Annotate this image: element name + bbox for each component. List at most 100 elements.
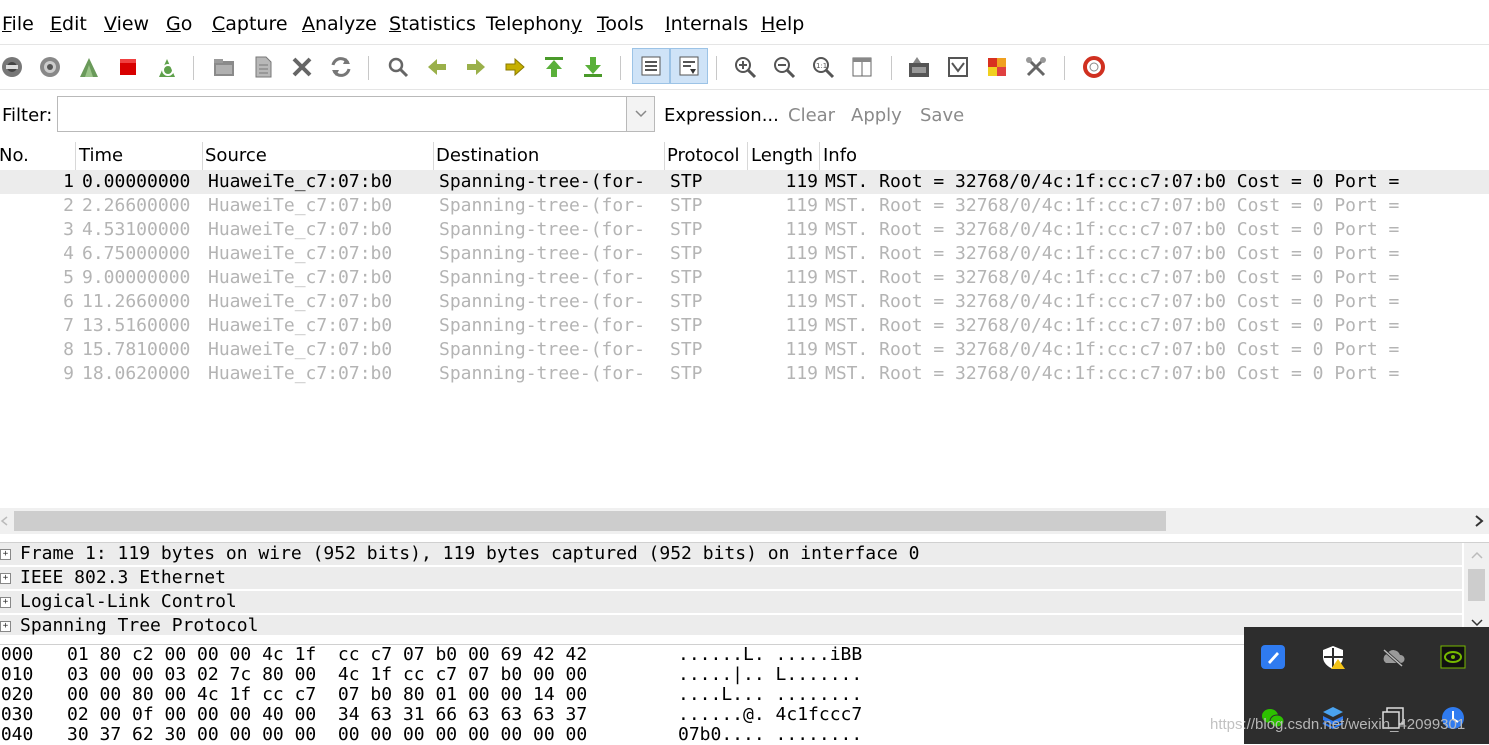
reload-icon[interactable] xyxy=(326,52,356,82)
menu-statistics[interactable]: Statistics xyxy=(389,12,476,36)
go-to-packet-icon[interactable] xyxy=(500,52,530,82)
coloring-rules-icon[interactable] xyxy=(982,52,1012,82)
go-forward-icon[interactable] xyxy=(461,52,491,82)
expand-icon[interactable]: + xyxy=(0,597,11,608)
menu-telephony[interactable]: Telephony xyxy=(486,12,582,36)
restart-capture-icon[interactable] xyxy=(152,52,182,82)
help-icon[interactable] xyxy=(1079,52,1109,82)
go-last-icon[interactable] xyxy=(578,52,608,82)
tree-item-llc[interactable]: + Logical-Link Control xyxy=(0,591,1462,614)
display-filters-icon[interactable] xyxy=(943,52,973,82)
packet-cell-len: 119 xyxy=(785,363,818,384)
go-first-icon[interactable] xyxy=(539,52,569,82)
menu-help[interactable]: Help xyxy=(761,12,804,36)
column-header-protocol[interactable]: Protocol xyxy=(664,142,748,170)
packet-cell-src: HuaweiTe_c7:07:b0 xyxy=(208,243,393,264)
tree-item-label: Spanning Tree Protocol xyxy=(20,615,259,636)
column-header-time[interactable]: Time xyxy=(76,142,203,170)
tree-item-ethernet[interactable]: + IEEE 802.3 Ethernet xyxy=(0,567,1462,590)
open-file-icon[interactable] xyxy=(209,52,239,82)
zoom-normal-icon[interactable]: 1:1 xyxy=(808,52,838,82)
tree-item-stp[interactable]: + Spanning Tree Protocol xyxy=(0,615,1462,636)
menu-analyze[interactable]: Analyze xyxy=(302,12,377,36)
capture-filters-icon[interactable] xyxy=(904,52,934,82)
packet-cell-len: 119 xyxy=(785,339,818,360)
start-capture-icon[interactable] xyxy=(74,52,104,82)
find-packet-icon[interactable] xyxy=(383,52,413,82)
packet-cell-dst: Spanning-tree-(for- xyxy=(439,363,645,384)
resize-columns-icon[interactable] xyxy=(847,52,877,82)
cloud-offline-icon[interactable] xyxy=(1380,644,1406,670)
zoom-in-icon[interactable] xyxy=(730,52,760,82)
clear-button[interactable]: Clear xyxy=(788,105,835,126)
expand-icon[interactable]: + xyxy=(0,549,11,560)
hex-ascii: ......L. .....iBB xyxy=(678,644,863,665)
filter-input[interactable] xyxy=(57,96,627,132)
scroll-down-icon[interactable] xyxy=(1471,619,1483,627)
preferences-icon[interactable] xyxy=(1021,52,1051,82)
tree-item-frame[interactable]: + Frame 1: 119 bytes on wire (952 bits), … xyxy=(0,543,1462,566)
expression-button[interactable]: Expression... xyxy=(664,105,779,126)
scroll-left-icon[interactable] xyxy=(0,516,8,526)
packet-cell-dst: Spanning-tree-(for- xyxy=(439,315,645,336)
options-icon[interactable] xyxy=(35,52,65,82)
filter-dropdown-button[interactable] xyxy=(627,96,655,132)
scroll-up-icon[interactable] xyxy=(1471,551,1483,559)
packet-cell-dst: Spanning-tree-(for- xyxy=(439,195,645,216)
column-header-length[interactable]: Length xyxy=(748,142,820,170)
packet-cell-proto: STP xyxy=(670,315,703,336)
column-header-destination[interactable]: Destination xyxy=(433,142,665,170)
packet-cell-proto: STP xyxy=(670,195,703,216)
packet-row[interactable]: 3 4.53100000 HuaweiTe_c7:07:b0 Spanning-tre… xyxy=(0,218,1489,242)
packet-row[interactable]: 4 6.75000000 HuaweiTe_c7:07:b0 Spanning-tre… xyxy=(0,242,1489,266)
expand-icon[interactable]: + xyxy=(0,573,11,584)
packet-list-horizontal-scrollbar[interactable] xyxy=(0,508,1489,534)
pen-app-icon[interactable] xyxy=(1260,644,1286,670)
packet-cell-info: MST. Root = 32768/0/4c:1f:cc:c7:07:b0 Co… xyxy=(825,195,1400,216)
scrollbar-thumb[interactable] xyxy=(14,511,1166,531)
packet-row[interactable]: 9 18.0620000 HuaweiTe_c7:07:b0 Spanning-tre… xyxy=(0,362,1489,386)
scroll-right-icon[interactable] xyxy=(1474,515,1484,527)
column-header-no[interactable]: No. xyxy=(0,142,76,170)
menu-capture[interactable]: Capture xyxy=(212,12,288,36)
packet-cell-info: MST. Root = 32768/0/4c:1f:cc:c7:07:b0 Co… xyxy=(825,291,1400,312)
column-header-source[interactable]: Source xyxy=(202,142,434,170)
menu-file[interactable]: File xyxy=(2,12,34,36)
packet-cell-proto: STP xyxy=(670,291,703,312)
scrollbar-thumb[interactable] xyxy=(1468,569,1485,601)
interfaces-icon[interactable] xyxy=(0,52,27,82)
packet-row[interactable]: 8 15.7810000 HuaweiTe_c7:07:b0 Spanning-tre… xyxy=(0,338,1489,362)
packet-cell-no: 8 xyxy=(63,339,74,360)
menu-internals[interactable]: Internals xyxy=(665,12,748,36)
auto-scroll-icon[interactable] xyxy=(670,48,708,84)
packet-row[interactable]: 7 13.5160000 HuaweiTe_c7:07:b0 Spanning-tre… xyxy=(0,314,1489,338)
apply-button[interactable]: Apply xyxy=(851,105,902,126)
menu-edit[interactable]: Edit xyxy=(50,12,87,36)
packet-cell-dst: Spanning-tree-(for- xyxy=(439,267,645,288)
packet-row[interactable]: 6 11.2660000 HuaweiTe_c7:07:b0 Spanning-tre… xyxy=(0,290,1489,314)
menu-statistics-label: tatistics xyxy=(401,13,476,35)
packet-cell-len: 119 xyxy=(785,315,818,336)
packet-cell-len: 119 xyxy=(785,243,818,264)
zoom-out-icon[interactable] xyxy=(769,52,799,82)
security-warning-icon[interactable] xyxy=(1320,644,1346,670)
nvidia-icon[interactable] xyxy=(1440,644,1466,670)
packet-row[interactable]: 1 0.00000000 HuaweiTe_c7:07:b0 Spanning-tre… xyxy=(0,170,1489,194)
menu-view[interactable]: View xyxy=(104,12,149,36)
go-back-icon[interactable] xyxy=(422,52,452,82)
close-file-icon[interactable] xyxy=(287,52,317,82)
packet-list-header: No. Time Source Destination Protocol Len… xyxy=(0,142,1489,170)
details-vertical-scrollbar[interactable] xyxy=(1464,543,1489,635)
packet-row[interactable]: 5 9.00000000 HuaweiTe_c7:07:b0 Spanning-tre… xyxy=(0,266,1489,290)
expand-icon[interactable]: + xyxy=(0,621,11,632)
colorize-icon[interactable] xyxy=(632,48,670,84)
stop-capture-icon[interactable] xyxy=(113,52,143,82)
save-file-icon[interactable] xyxy=(248,52,278,82)
menu-tools[interactable]: Tools xyxy=(597,12,644,36)
hex-off: 0040 xyxy=(0,724,34,745)
save-filter-button[interactable]: Save xyxy=(920,105,964,126)
packet-cell-proto: STP xyxy=(670,363,703,384)
packet-row[interactable]: 2 2.26600000 HuaweiTe_c7:07:b0 Spanning-tre… xyxy=(0,194,1489,218)
column-header-info[interactable]: Info xyxy=(820,142,1489,170)
menu-go[interactable]: Go xyxy=(166,12,192,36)
